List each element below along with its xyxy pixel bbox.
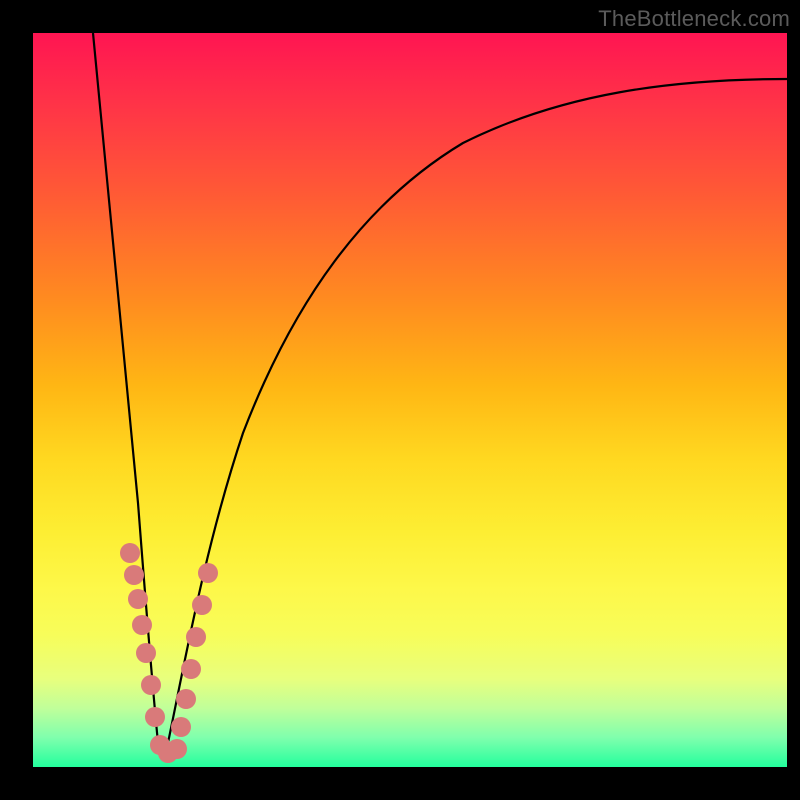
right-curve <box>165 79 787 757</box>
highlight-dots <box>120 543 218 763</box>
curve-layer <box>33 33 787 767</box>
chart-frame: TheBottleneck.com <box>0 0 800 800</box>
watermark-text: TheBottleneck.com <box>598 6 790 32</box>
